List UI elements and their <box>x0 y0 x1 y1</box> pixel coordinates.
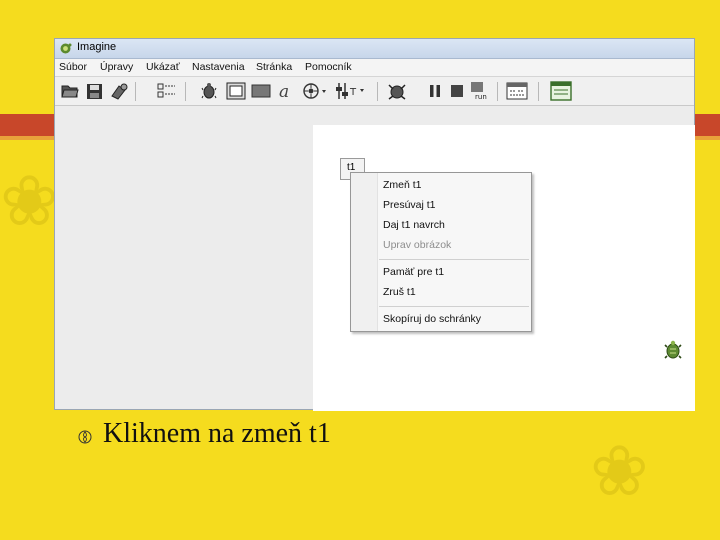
context-menu: Zmeň t1 Presúvaj t1 Daj t1 navrch Uprav … <box>350 172 532 332</box>
menu-upravy[interactable]: Úpravy <box>100 61 133 73</box>
context-menu-item-copy-clipboard[interactable]: Skopíruj do schránky <box>383 313 481 325</box>
svg-text:T: T <box>349 87 357 98</box>
slider-icon[interactable]: T <box>331 81 367 101</box>
window-title: Imagine <box>77 41 117 53</box>
title-bar: Imagine <box>55 39 694 59</box>
run-label: run <box>475 93 487 101</box>
rectangle-icon[interactable] <box>250 81 272 101</box>
flower-bullet-icon <box>78 430 92 444</box>
grid-layout-icon[interactable] <box>155 81 179 101</box>
svg-text:a: a <box>279 82 289 100</box>
accent-band-right <box>695 114 720 136</box>
stop-icon[interactable] <box>449 81 465 101</box>
turtle-icon[interactable] <box>664 340 682 360</box>
background-pattern: ❀ <box>590 430 649 512</box>
text-a-icon[interactable]: a <box>276 81 296 101</box>
toolbar-separator <box>185 82 186 101</box>
turtle-run-icon[interactable] <box>386 81 408 101</box>
menu-subor[interactable]: Súbor <box>59 61 87 73</box>
slide-caption: Kliknem na zmeň t1 <box>103 418 331 449</box>
turtle-icon[interactable] <box>199 81 219 101</box>
toolbar: a T run <box>55 77 694 106</box>
window-icon[interactable] <box>505 81 529 101</box>
pause-icon[interactable] <box>427 81 443 101</box>
context-menu-item-delete[interactable]: Zruš t1 <box>383 286 416 298</box>
save-icon[interactable] <box>84 81 104 101</box>
menu-bar: Súbor Úpravy Ukázať Nastavenia Stránka P… <box>55 59 694 77</box>
context-menu-item-move[interactable]: Presúvaj t1 <box>383 199 436 211</box>
context-menu-item-change[interactable]: Zmeň t1 <box>383 179 422 191</box>
frame-icon[interactable] <box>225 81 247 101</box>
context-menu-item-edit-image: Uprav obrázok <box>383 239 452 251</box>
toolbar-separator <box>497 82 498 101</box>
background-pattern: ❀ <box>0 160 59 242</box>
toolbar-separator <box>135 82 136 101</box>
menu-nastavenia[interactable]: Nastavenia <box>192 61 245 73</box>
toolbar-separator <box>377 82 378 101</box>
menu-separator <box>379 259 529 260</box>
run-icon[interactable]: run <box>468 81 490 101</box>
context-menu-item-memory[interactable]: Pamäť pre t1 <box>383 266 444 278</box>
accent-band-left <box>0 114 56 136</box>
accent-stripe-left <box>0 136 56 140</box>
open-folder-icon[interactable] <box>60 81 80 101</box>
menu-separator <box>379 306 529 307</box>
menu-stranka[interactable]: Stránka <box>256 61 292 73</box>
toolbar-separator <box>538 82 539 101</box>
navigation-icon[interactable] <box>301 81 327 101</box>
menu-ukazat[interactable]: Ukázať <box>146 61 180 73</box>
context-menu-icon-strip <box>351 173 378 331</box>
accent-stripe-right <box>695 136 720 140</box>
context-menu-item-bring-front[interactable]: Daj t1 navrch <box>383 219 445 231</box>
page-icon[interactable] <box>549 81 573 101</box>
imagine-logo-icon <box>60 43 72 54</box>
tools-icon[interactable] <box>108 81 130 101</box>
menu-pomocnik[interactable]: Pomocník <box>305 61 352 73</box>
